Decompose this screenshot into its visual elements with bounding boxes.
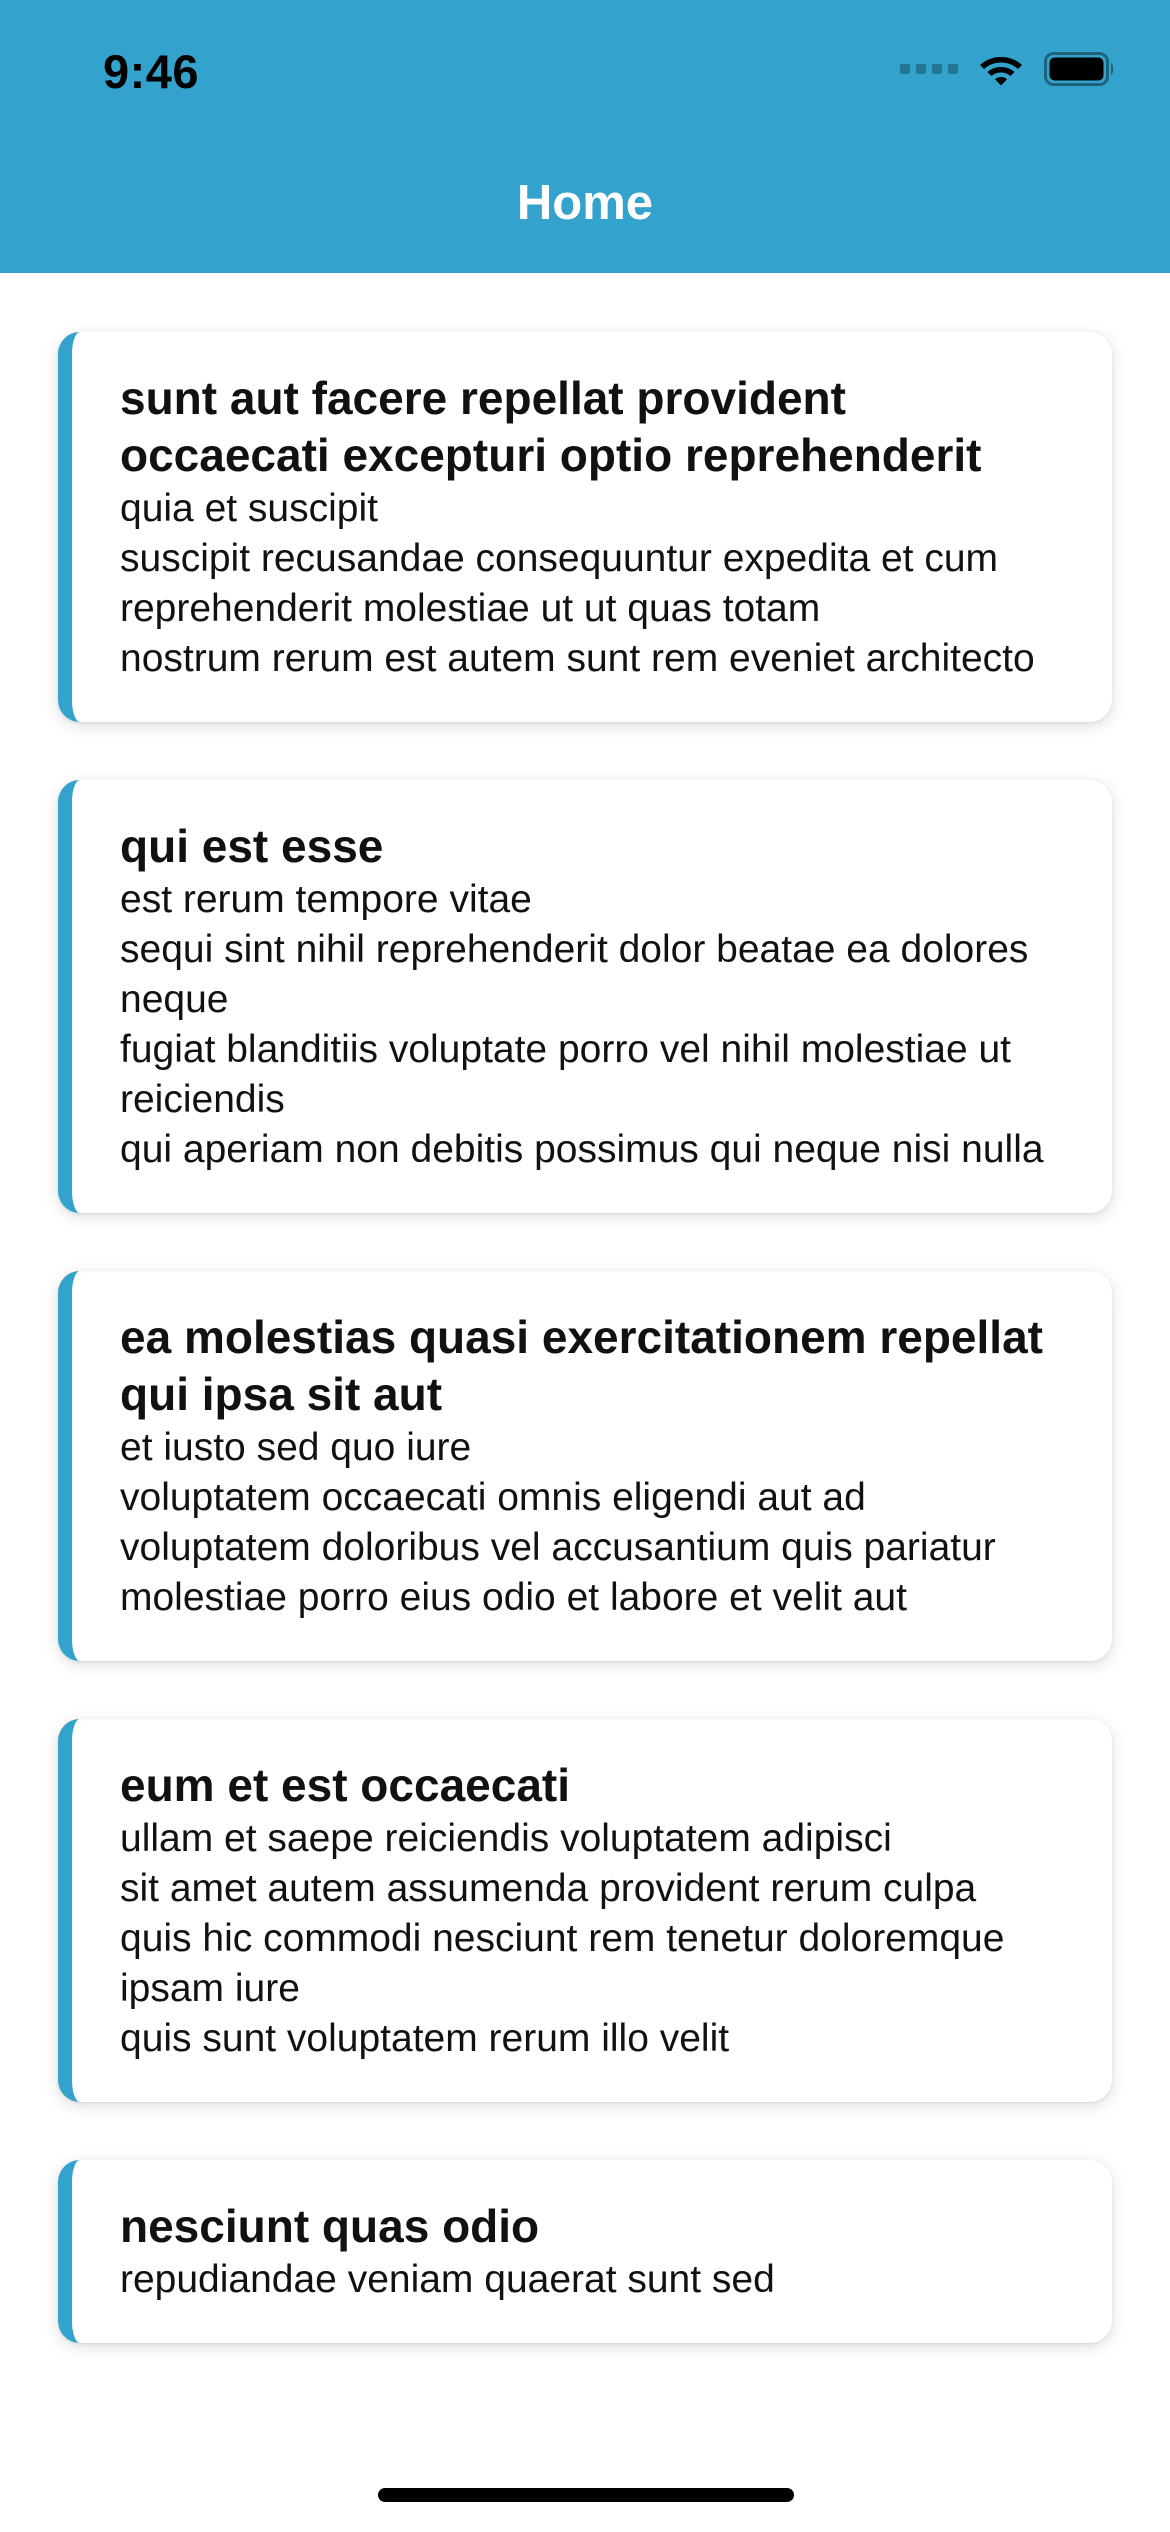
post-title: nesciunt quas odio: [120, 2200, 540, 2252]
wifi-icon: [980, 57, 1022, 86]
status-icons: [900, 52, 1116, 86]
post-title: sunt aut facere repellat provident occae…: [120, 372, 982, 481]
battery-icon: [1044, 52, 1114, 86]
cellular-signal-icon: [900, 64, 958, 74]
post-body: est rerum tempore vitae sequi sint nihil…: [120, 878, 1044, 1171]
post-list: sunt aut facere repellat provident occae…: [0, 273, 1170, 2401]
page-title: Home: [516, 176, 654, 230]
post-card[interactable]: nesciunt quas odio repudiandae veniam qu…: [58, 2160, 1112, 2343]
post-card[interactable]: ea molestias quasi exercitationem repell…: [58, 1271, 1112, 1661]
home-indicator[interactable]: [378, 2488, 794, 2502]
post-title: eum et est occaecati: [120, 1759, 571, 1811]
post-card[interactable]: eum et est occaecati ullam et saepe reic…: [58, 1719, 1112, 2102]
status-time: 9:46: [103, 45, 200, 98]
post-body: repudiandae veniam quaerat sunt sed: [120, 2258, 775, 2301]
app-screen: 9:46 Home sunt aut facere repellat provi…: [0, 0, 1170, 2532]
post-body: et iusto sed quo iure voluptatem occaeca…: [120, 1426, 996, 1619]
post-card[interactable]: sunt aut facere repellat provident occae…: [58, 332, 1112, 722]
post-title: qui est esse: [120, 820, 384, 872]
status-bar: 9:46: [0, 0, 1170, 150]
app-header: 9:46 Home: [0, 0, 1170, 273]
post-body: quia et suscipit suscipit recusandae con…: [120, 487, 1035, 680]
post-card[interactable]: qui est esse est rerum tempore vitae seq…: [58, 780, 1112, 1213]
post-title: ea molestias quasi exercitationem repell…: [120, 1311, 1043, 1420]
post-body: ullam et saepe reiciendis voluptatem adi…: [120, 1817, 1005, 2060]
